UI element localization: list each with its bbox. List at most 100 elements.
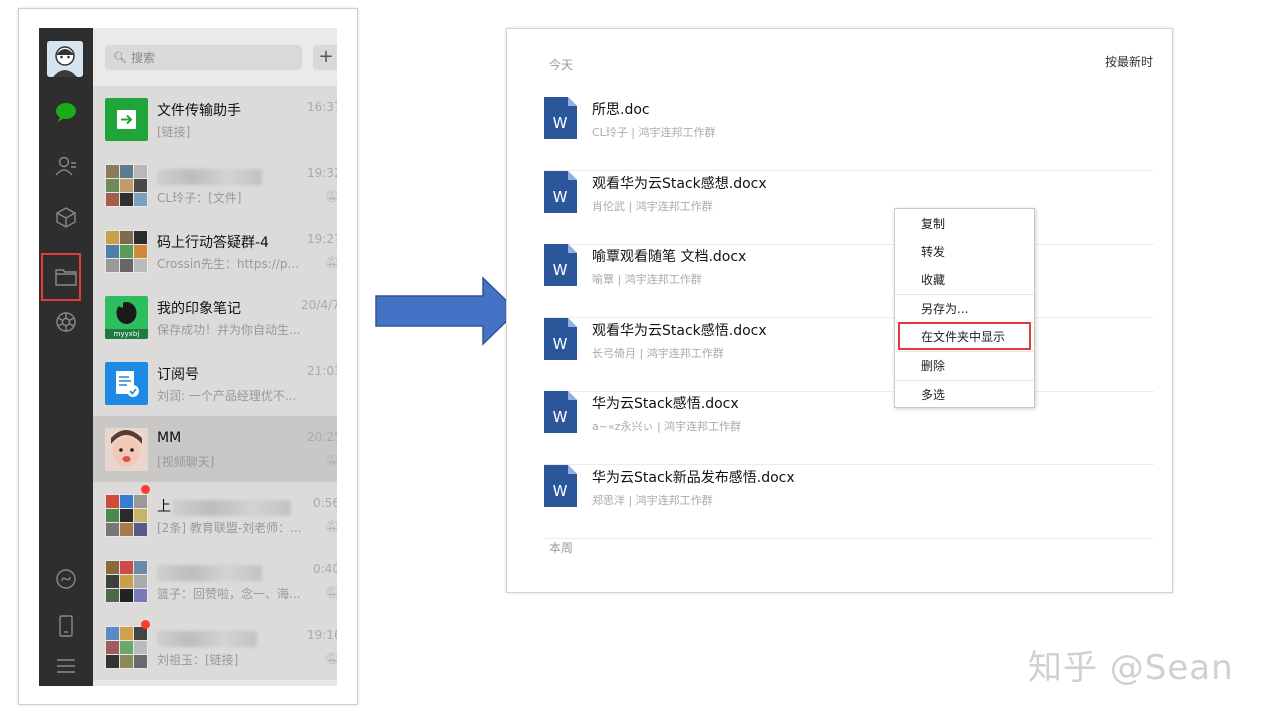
chat-time: 16:37 [307,100,337,114]
chat-item-group-5[interactable]: 刘祖玉：[链接] 19:16 🔕︎ [93,614,337,680]
chat-item-group-2[interactable]: 码上行动答疑群-4 Crossin先生：https://p... 19:27 🔕… [93,218,337,284]
group-avatar [105,560,148,603]
word-file-icon: W [544,318,577,360]
chat-item-mm[interactable]: MM [视频聊天] 20:25 🔕︎ [93,416,337,482]
mini-program-icon[interactable] [39,561,93,597]
chat-name: 上 [157,499,171,515]
chat-time: 21:03 [307,364,337,378]
word-file-letter: W [553,335,568,353]
moments-icon[interactable] [39,304,93,340]
menu-item-delete[interactable]: 删除 [895,352,1034,380]
word-file-letter: W [553,114,568,132]
chat-time: 0:40 [313,562,337,576]
file-meta: 肖伦武 | 鸿宇连邦工作群 [592,200,713,213]
chat-time: 20/4/7 [301,298,337,312]
mute-icon: 🔕︎ [325,190,337,203]
menu-item-save-as[interactable]: 另存为... [895,295,1034,323]
mute-icon: 🔕︎ [325,256,337,269]
watermark: 知乎 @Sean [1028,648,1234,688]
chat-preview: CL玲子：[文件] [157,191,242,205]
file-row[interactable]: W 观看华为云Stack感想.docx 肖伦武 | 鸿宇连邦工作群 [544,171,1154,245]
word-file-letter: W [553,261,568,279]
chat-item-group-1[interactable]: CL玲子：[文件] 19:32 🔕︎ [93,152,337,218]
file-name: 所思.doc [592,102,650,118]
menu-icon[interactable] [39,648,93,684]
chat-time: 0:56 [313,496,337,510]
file-name: 喻覃观看随笔 文档.docx [592,249,747,265]
file-meta: 郑思洋 | 鸿宇连邦工作群 [592,494,713,507]
file-row[interactable]: W 所思.doc CL玲子 | 鸿宇连邦工作群 [544,97,1154,171]
user-avatar[interactable] [47,41,83,77]
word-file-letter: W [553,188,568,206]
context-menu: 复制 转发 收藏 另存为... 在文件夹中显示 删除 多选 [894,208,1035,408]
sort-dropdown[interactable]: 按最新时 [1105,53,1153,70]
section-today: 今天 [549,58,574,72]
file-meta: CL玲子 | 鸿宇连邦工作群 [592,126,716,139]
add-button[interactable]: + [313,45,337,70]
chat-name: 订阅号 [157,367,199,383]
chat-icon[interactable] [39,94,93,130]
chat-preview: Crossin先生：https://p... [157,257,299,271]
group-avatar [105,626,148,669]
chat-time: 19:27 [307,232,337,246]
chat-name: 码上行动答疑群-4 [157,235,269,251]
file-row[interactable]: W 喻覃观看随笔 文档.docx 喻覃 | 鸿宇连邦工作群 [544,244,1154,318]
file-window-frame: 今天 按最新时 W 所思.doc CL玲子 | 鸿宇连邦工作群 W 观看华为云S… [506,28,1173,593]
search-placeholder: 搜索 [130,51,155,65]
file-meta: 长弓倚月 | 鸿宇连邦工作群 [592,347,724,360]
chat-preview: 刘润: 一个产品经理优不... [157,389,297,403]
file-row[interactable]: W 观看华为云Stack感悟.docx 长弓倚月 | 鸿宇连邦工作群 [544,318,1154,392]
contacts-icon[interactable] [39,148,93,184]
search-row: 🔍︎ 搜索 + [93,28,337,86]
chat-preview: 保存成功！并为你自动生... [157,323,301,337]
chat-preview: 刘祖玉：[链接] [157,653,239,667]
menu-item-multi-select[interactable]: 多选 [895,381,1034,409]
file-row[interactable]: W 华为云Stack新品发布感悟.docx 郑思洋 | 鸿宇连邦工作群 [544,465,1154,539]
word-file-icon: W [544,391,577,433]
file-name: 观看华为云Stack感想.docx [592,176,767,192]
menu-item-favorite[interactable]: 收藏 [895,266,1034,294]
menu-item-copy[interactable]: 复制 [895,210,1034,238]
word-file-letter: W [553,408,568,426]
chat-item-file-transfer[interactable]: 文件传输助手 [链接] 16:37 [93,86,337,152]
chat-time: 19:16 [307,628,337,642]
subscription-avatar [105,362,148,405]
file-meta: a~«z永兴ぃ | 鸿宇连邦工作群 [592,420,742,433]
file-name: 华为云Stack感悟.docx [592,396,739,412]
chat-sidebar [39,28,93,686]
phone-icon[interactable] [39,608,93,644]
file-name: 华为云Stack新品发布感悟.docx [592,470,795,486]
blurred-chat-name [157,565,262,581]
unread-badge [141,620,150,629]
mute-icon: 🔕︎ [325,454,337,467]
chat-item-subscriptions[interactable]: 订阅号 刘润: 一个产品经理优不... 21:03 [93,350,337,416]
search-input[interactable]: 🔍︎ 搜索 [105,45,302,70]
blurred-chat-name [157,169,262,185]
search-icon: 🔍︎ [113,51,127,64]
chat-item-evernote[interactable]: myyxbj 我的印象笔记 保存成功！并为你自动生... 20/4/7 [93,284,337,350]
chat-name: 我的印象笔记 [157,301,241,317]
file-meta: 喻覃 | 鸿宇连邦工作群 [592,273,702,286]
file-row[interactable]: W 华为云Stack感悟.docx a~«z永兴ぃ | 鸿宇连邦工作群 [544,391,1154,465]
section-this-week: 本周 [549,541,574,555]
chat-item-group-3[interactable]: 上 [2条] 教育联盟-刘老师：... 0:56 🔕︎ [93,482,337,548]
favorites-icon[interactable] [39,199,93,235]
chat-time: 20:25 [307,430,337,444]
word-file-icon: W [544,171,577,213]
chat-name: MM [157,430,182,446]
evernote-badge: myyxbj [113,330,140,338]
blurred-chat-name [173,500,291,516]
file-transfer-avatar [105,98,148,141]
mute-icon: 🔕︎ [325,520,337,533]
chat-item-group-4[interactable]: 篮子：回赞啦，念一、海... 0:40 🔕︎ [93,548,337,614]
menu-item-forward[interactable]: 转发 [895,238,1034,266]
chat-preview: [视频聊天] [157,455,215,469]
chat-preview: [链接] [157,125,191,139]
right-arrow-icon [375,276,519,346]
chat-list: 🔍︎ 搜索 + 文件传输助手 [链接] 16:37 CL玲子：[文件] 19:3… [93,28,337,686]
evernote-avatar: myyxbj [105,296,148,339]
group-avatar [105,230,148,273]
folder-icon[interactable] [39,259,93,295]
word-file-letter: W [553,482,568,500]
mute-icon: 🔕︎ [325,586,337,599]
